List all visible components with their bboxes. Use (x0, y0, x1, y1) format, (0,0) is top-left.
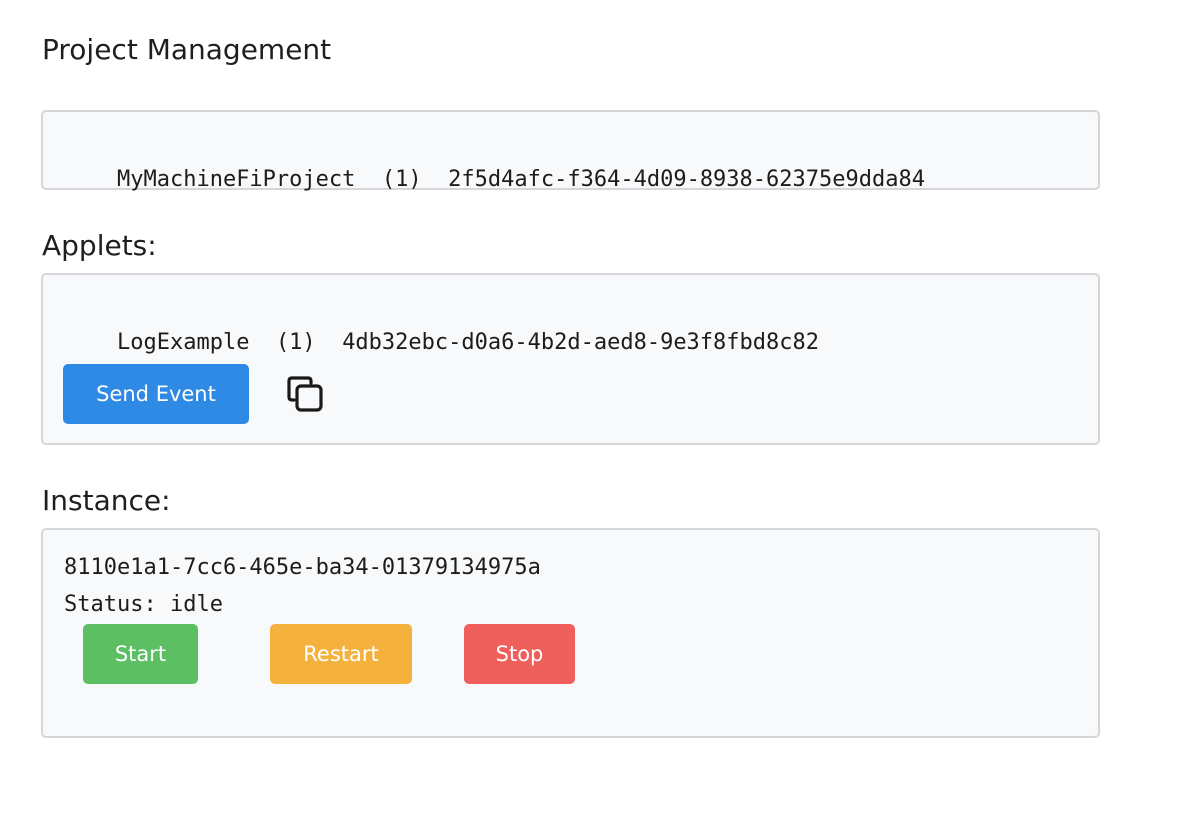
copy-icon-graphic (287, 376, 323, 412)
project-id: 2f5d4afc-f364-4d09-8938-62375e9dda84 (448, 167, 925, 192)
applet-id: 4db32ebc-d0a6-4b2d-aed8-9e3f8fbd8c82 (342, 330, 820, 355)
status-value: idle (169, 592, 223, 617)
instance-id: 8110e1a1-7cc6-465e-ba34-01379134975a (64, 555, 541, 580)
instance-status: Status: idle (64, 590, 223, 620)
instance-label: Instance: (42, 484, 171, 517)
applets-panel: LogExample (1) 4db32ebc-d0a6-4b2d-aed8-9… (41, 273, 1100, 445)
status-label: Status: (64, 592, 157, 617)
applet-version: (1) (275, 330, 316, 355)
project-row: MyMachineFiProject (1) 2f5d4afc-f364-4d0… (64, 135, 925, 225)
copy-icon[interactable] (286, 375, 326, 415)
stop-button[interactable]: Stop (464, 624, 575, 684)
start-button[interactable]: Start (83, 624, 198, 684)
project-version: (1) (381, 167, 422, 192)
project-name: MyMachineFiProject (116, 167, 356, 192)
restart-button[interactable]: Restart (270, 624, 412, 684)
applets-label: Applets: (42, 229, 157, 262)
instance-panel: 8110e1a1-7cc6-465e-ba34-01379134975a Sta… (41, 528, 1100, 738)
applet-name: LogExample (116, 330, 250, 355)
project-panel: MyMachineFiProject (1) 2f5d4afc-f364-4d0… (41, 110, 1100, 192)
send-event-button[interactable]: Send Event (63, 364, 249, 424)
page-title: Project Management (42, 33, 332, 66)
